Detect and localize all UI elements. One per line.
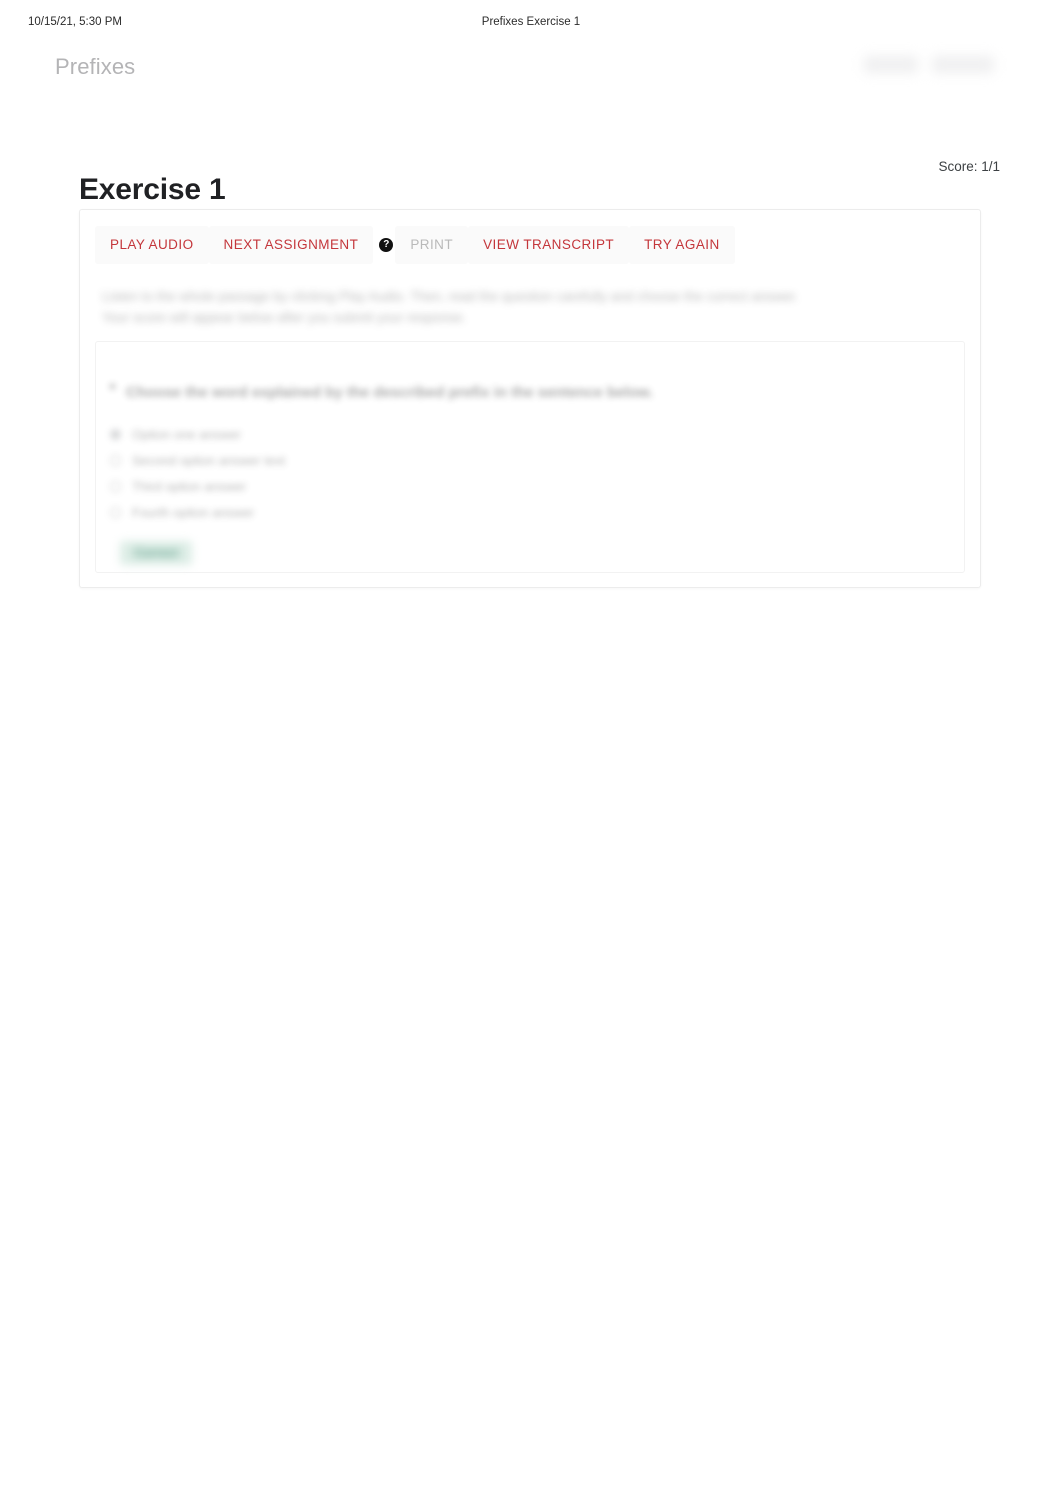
masthead-actions-blurred[interactable] [864,56,994,73]
score-label: Score: 1/1 [938,159,1000,174]
page-title-row: Exercise 1 Score: 1/1 [0,150,1062,206]
radio-icon[interactable] [110,506,121,518]
exercise-toolbar: PLAY AUDIO NEXT ASSIGNMENT ? PRINT VIEW … [80,221,980,269]
radio-icon[interactable] [110,428,121,440]
masthead-action-chip-1[interactable] [864,56,918,73]
radio-icon[interactable] [110,454,121,466]
answer-option-label: Option one answer [132,426,242,442]
site-masthead: Prefixes [0,52,1062,98]
print-button[interactable]: PRINT [395,226,469,264]
next-assignment-button[interactable]: NEXT ASSIGNMENT [208,226,374,264]
answer-option[interactable]: Fourth option answer [104,499,524,525]
question-text: Choose the word explained by the describ… [110,382,750,404]
answer-options-list: Option one answer Second option answer t… [104,421,524,525]
answer-option-label: Third option answer [132,478,247,494]
question-panel: Choose the word explained by the describ… [95,341,965,573]
brand-title: Prefixes [55,54,136,79]
radio-icon[interactable] [110,480,121,492]
result-status-badge: Correct [120,541,193,565]
instructions-line-2: Your score will appear below after you s… [102,310,467,325]
masthead-action-chip-2[interactable] [932,56,994,73]
answer-option[interactable]: Third option answer [104,473,524,499]
instructions-line-1: Listen to the whole passage by clicking … [102,289,799,304]
print-document-title: Prefixes Exercise 1 [481,16,581,28]
question-prompt: Choose the word explained by the describ… [126,384,654,401]
print-header: 10/15/21, 5:30 PM Prefixes Exercise 1 [0,16,1062,32]
try-again-button[interactable]: TRY AGAIN [629,226,735,264]
view-transcript-button[interactable]: VIEW TRANSCRIPT [468,226,630,264]
answer-option-label: Second option answer text [132,452,286,468]
exercise-card: PLAY AUDIO NEXT ASSIGNMENT ? PRINT VIEW … [79,209,981,588]
page-title: Exercise 1 [79,173,226,207]
exercise-instructions: Listen to the whole passage by clicking … [102,286,892,328]
answer-option-label: Fourth option answer [132,504,255,520]
answer-option[interactable]: Option one answer [104,421,524,447]
question-bullet-icon [110,384,115,389]
play-audio-button[interactable]: PLAY AUDIO [95,226,209,264]
answer-option[interactable]: Second option answer text [104,447,524,473]
help-icon[interactable]: ? [379,238,394,252]
